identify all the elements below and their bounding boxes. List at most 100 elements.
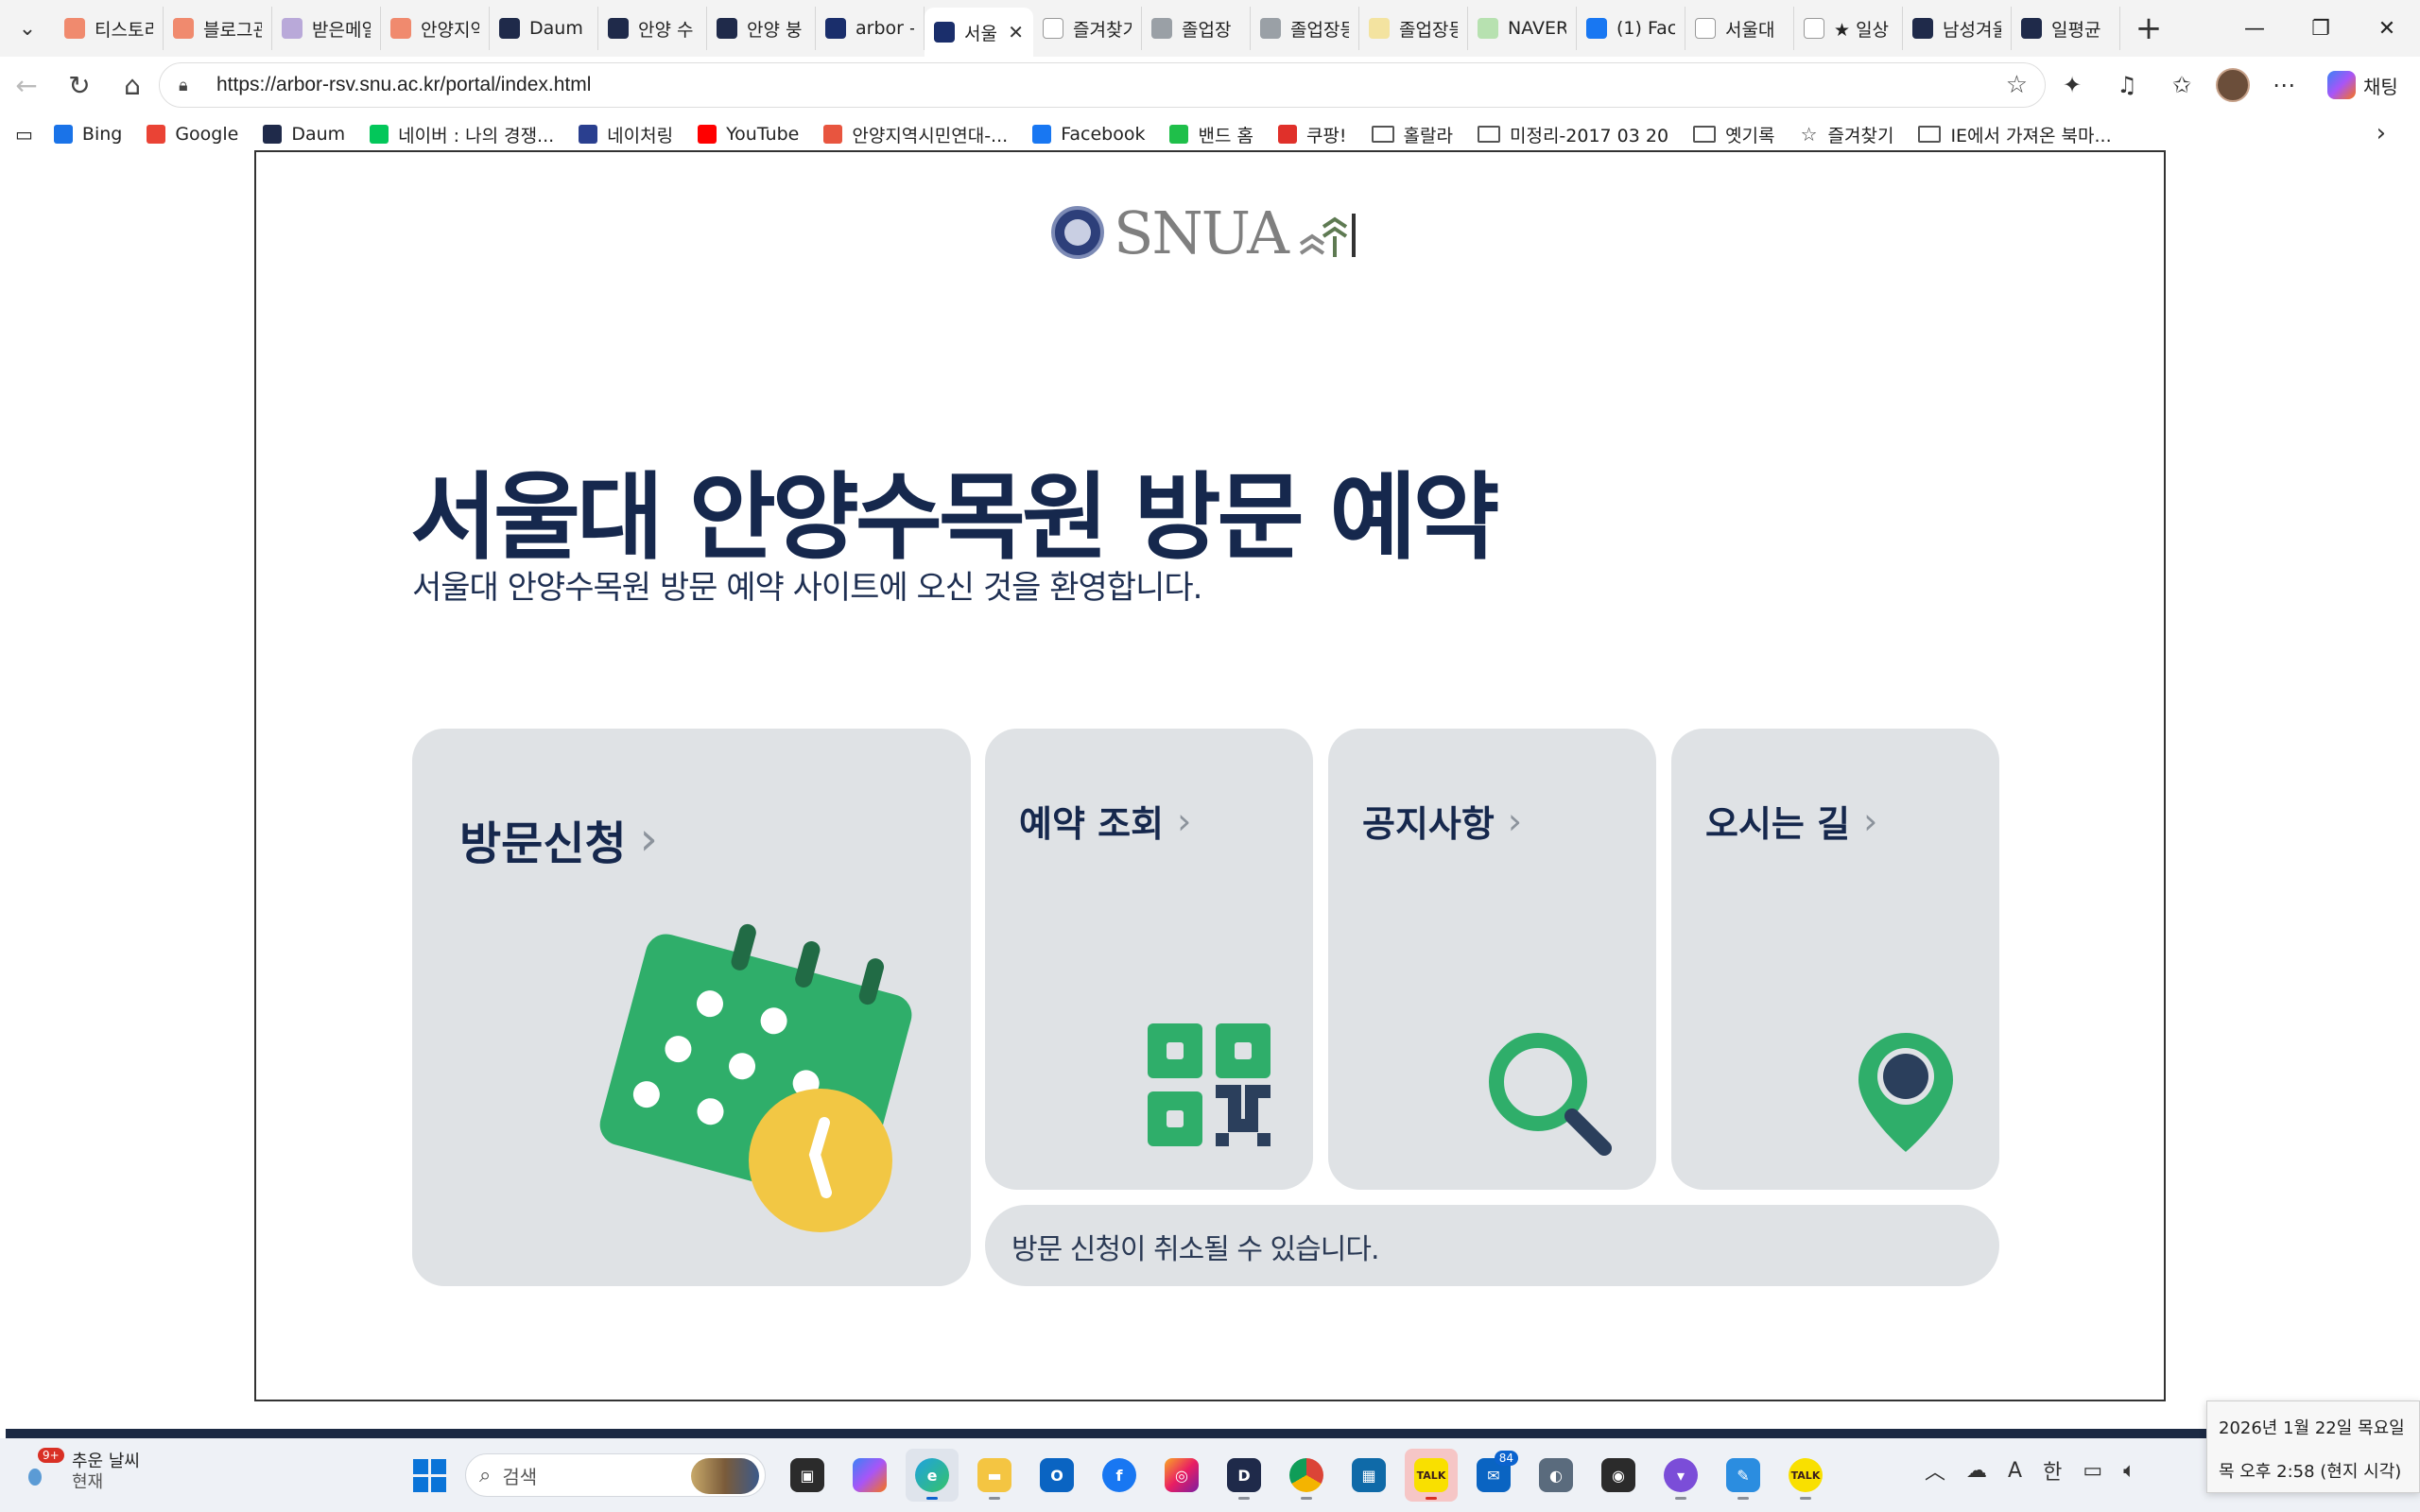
bookmark-item[interactable]: 네이처링: [579, 122, 673, 147]
browser-tab[interactable]: NAVER: [1468, 7, 1577, 50]
extensions-icon[interactable]: ✦: [2051, 64, 2093, 106]
browser-tab[interactable]: 졸업장등: [1359, 7, 1468, 50]
reservation-lookup-card[interactable]: 예약 조회 ›: [985, 729, 1313, 1190]
bookmark-item[interactable]: Google: [147, 122, 238, 147]
bookmark-item[interactable]: 쿠팡!: [1277, 122, 1347, 147]
bookmark-label: 밴드 홈: [1198, 125, 1253, 146]
browser-tab[interactable]: 서울 ✕: [925, 8, 1033, 57]
bookmark-item[interactable]: ☆ 즐겨찾기: [1800, 122, 1894, 147]
bookmark-label: YouTube: [726, 124, 800, 145]
browser-tab[interactable]: arbor -: [816, 7, 925, 50]
bookmark-item[interactable]: 밴드 홈: [1169, 122, 1253, 147]
paint-app-icon[interactable]: ✎: [1717, 1449, 1770, 1502]
browser-tab[interactable]: 블로그관: [164, 7, 272, 50]
outlook-icon[interactable]: O: [1030, 1449, 1083, 1502]
notice-ticker-text[interactable]: 방문 신청이 취소될 수 있습니다.: [1011, 1226, 1379, 1267]
site-info-icon[interactable]: 🔒︎: [179, 76, 199, 95]
network-icon[interactable]: ▭: [2083, 1459, 2102, 1483]
browser-tab[interactable]: 남성겨울: [1903, 7, 2012, 50]
visit-application-card[interactable]: 방문신청 ›: [412, 729, 971, 1286]
notice-card[interactable]: 공지사항 ›: [1328, 729, 1656, 1190]
browser-tab[interactable]: 일평균: [2012, 7, 2120, 50]
close-tab-icon[interactable]: ✕: [1008, 21, 1024, 43]
notice-card-title: 공지사항 ›: [1362, 799, 1523, 846]
bookmark-item[interactable]: 미정리-2017 03 20: [1477, 122, 1668, 147]
url-text[interactable]: https://arbor-rsv.snu.ac.kr/portal/index…: [216, 74, 591, 96]
notice-ticker[interactable]: 방문 신청이 취소될 수 있습니다.: [985, 1205, 1999, 1286]
taskbar-search[interactable]: ⌕ 검색: [465, 1453, 766, 1497]
browser-tab[interactable]: 졸업장등: [1251, 7, 1359, 50]
mail-app-icon[interactable]: ✉ 84: [1467, 1449, 1520, 1502]
browser-tab[interactable]: 안양지역: [381, 7, 490, 50]
start-button[interactable]: [403, 1449, 456, 1502]
media-app-icon[interactable]: ◉: [1592, 1449, 1645, 1502]
favorite-star-icon[interactable]: ☆: [2006, 71, 2028, 99]
copilot-button[interactable]: 채팅: [2327, 71, 2398, 99]
bookmark-item[interactable]: Bing: [53, 122, 122, 147]
bookmark-item[interactable]: IE에서 가져온 북마...: [1918, 122, 2112, 147]
daum-app-icon[interactable]: D: [1218, 1449, 1270, 1502]
kakaotalk-icon[interactable]: TALK: [1405, 1449, 1458, 1502]
browser-tab[interactable]: 서울대: [1685, 7, 1794, 50]
calculator-app-icon[interactable]: ▦: [1342, 1449, 1395, 1502]
favorites-icon[interactable]: ✩: [2161, 64, 2203, 106]
tab-title: 서울대: [1725, 19, 1775, 41]
browser-tab[interactable]: (1) Face: [1577, 7, 1685, 50]
profile-avatar[interactable]: [2216, 68, 2250, 102]
bookmark-item[interactable]: Facebook: [1032, 122, 1145, 147]
tab-title: 졸업장등: [1399, 19, 1458, 41]
page-subtitle: 서울대 안양수목원 방문 예약 사이트에 오신 것을 환영합니다.: [412, 569, 1202, 607]
kakaotalk-alt-icon[interactable]: TALK: [1779, 1449, 1832, 1502]
browser-tab[interactable]: 즐겨찾기: [1033, 7, 1142, 50]
close-window-button[interactable]: ✕: [2354, 0, 2420, 57]
logo-text: SNUA: [1114, 198, 1289, 267]
more-menu-icon[interactable]: ⋯: [2263, 64, 2305, 106]
facebook-app-icon[interactable]: f: [1093, 1449, 1146, 1502]
restore-button[interactable]: ❐: [2288, 0, 2354, 57]
browser-tab[interactable]: 졸업장: [1142, 7, 1251, 50]
chrome-icon[interactable]: [1280, 1449, 1333, 1502]
tab-actions-menu[interactable]: ⌄: [0, 0, 55, 57]
tray-overflow-icon[interactable]: ︿: [1925, 1455, 1945, 1486]
browser-tab[interactable]: 티스토리: [55, 7, 164, 50]
bookmark-item[interactable]: 안양지역시민연대-...: [823, 122, 1008, 147]
ime-indicator[interactable]: 한: [2043, 1455, 2062, 1486]
task-view-icon[interactable]: ▣: [781, 1449, 834, 1502]
file-explorer-icon[interactable]: ▬: [968, 1449, 1021, 1502]
site-logo[interactable]: SNUA: [1051, 198, 1363, 267]
photos-app-icon[interactable]: ◐: [1530, 1449, 1582, 1502]
instagram-icon[interactable]: ◎: [1155, 1449, 1208, 1502]
media-control-icon[interactable]: ♫: [2106, 64, 2148, 106]
font-icon[interactable]: A: [2008, 1459, 2022, 1483]
browser-tab[interactable]: ★ 일상: [1794, 7, 1903, 50]
new-tab-button[interactable]: +: [2120, 0, 2177, 57]
reading-view-icon[interactable]: ▭: [15, 123, 33, 146]
back-button[interactable]: ←: [0, 59, 53, 112]
daum-icon: [717, 18, 737, 39]
browser-tab[interactable]: 안양 붕: [707, 7, 816, 50]
bookmark-label: 옛기록: [1725, 125, 1775, 146]
directions-card[interactable]: 오시는 길 ›: [1671, 729, 1999, 1190]
taskbar: 9+ 추운 날씨 현재 ⌕ 검색 ▣ e ▬ O f ◎ D ▦ TALK ✉ 8…: [0, 1438, 2420, 1512]
edge-browser-icon[interactable]: e: [906, 1449, 959, 1502]
copilot-app-icon[interactable]: [843, 1449, 896, 1502]
reload-button[interactable]: ↻: [53, 59, 106, 112]
location-app-icon[interactable]: ▾: [1654, 1449, 1707, 1502]
search-icon: ⌕: [479, 1463, 492, 1487]
bookmark-item[interactable]: 네이버 : 나의 경쟁...: [370, 122, 554, 147]
volume-icon[interactable]: 🔈︎: [2123, 1459, 2135, 1483]
browser-tab[interactable]: Daum: [490, 7, 598, 50]
bookmark-item[interactable]: Daum: [263, 122, 345, 147]
home-button[interactable]: ⌂: [106, 59, 159, 112]
minimize-button[interactable]: —: [2221, 0, 2288, 57]
bookmark-item[interactable]: 홀랄라: [1371, 122, 1453, 147]
bookmarks-overflow-icon[interactable]: ›: [2377, 119, 2386, 147]
bookmark-item[interactable]: YouTube: [698, 122, 799, 147]
weather-widget[interactable]: 9+ 추운 날씨 현재: [25, 1448, 140, 1493]
bookmark-item[interactable]: 옛기록: [1693, 122, 1775, 147]
browser-tab[interactable]: 받은메일: [272, 7, 381, 50]
browser-tab[interactable]: 안양 수: [598, 7, 707, 50]
calendar-icon: [599, 923, 912, 1232]
onedrive-off-icon[interactable]: ☁: [1966, 1459, 1987, 1483]
address-bar[interactable]: 🔒︎ https://arbor-rsv.snu.ac.kr/portal/in…: [159, 62, 2046, 108]
